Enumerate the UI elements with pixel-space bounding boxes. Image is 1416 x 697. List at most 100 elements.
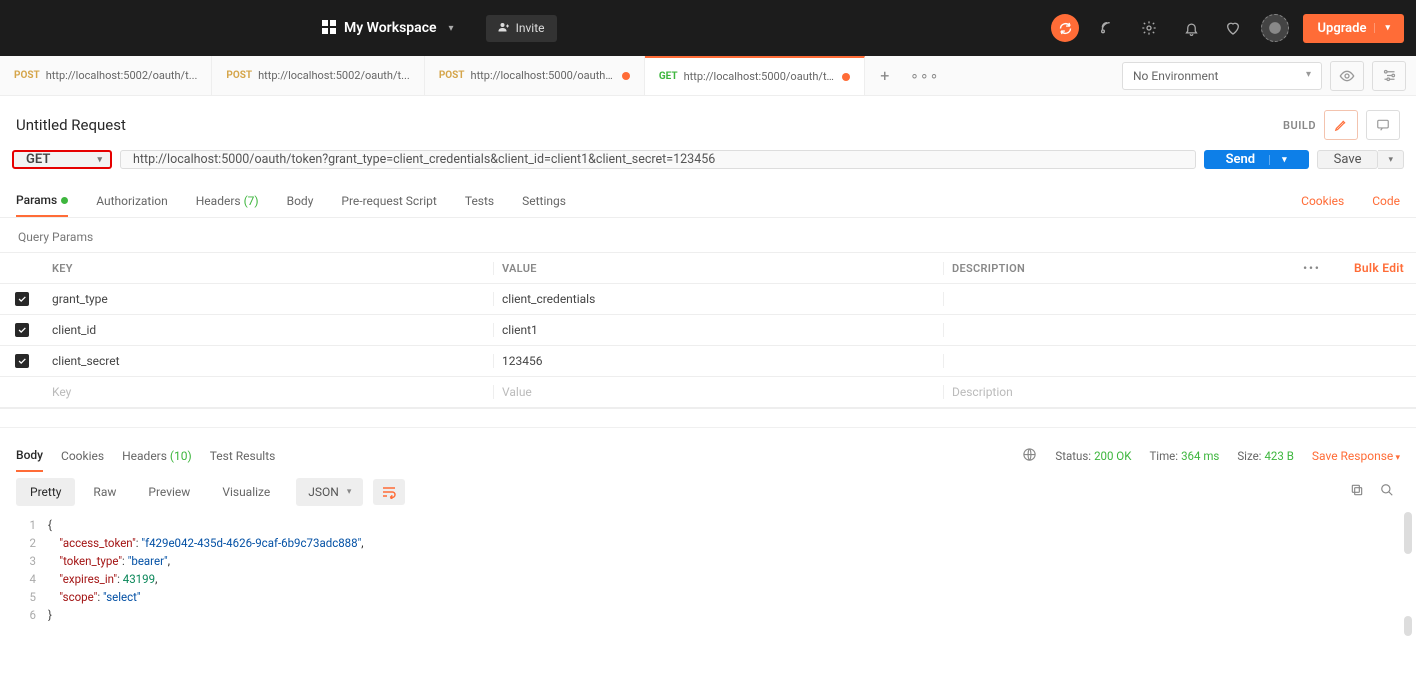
row-checkbox[interactable] xyxy=(15,292,29,306)
desc-placeholder[interactable]: Description xyxy=(944,385,1416,399)
row-checkbox[interactable] xyxy=(15,323,29,337)
scrollbar-thumb[interactable] xyxy=(1404,616,1412,636)
workspace-name[interactable]: My Workspace xyxy=(344,20,437,36)
tab-method: POST xyxy=(226,70,252,81)
line-number: 6 xyxy=(16,606,48,624)
bulk-edit-link[interactable]: Bulk Edit xyxy=(1342,261,1416,275)
params-row[interactable]: client_id client1 xyxy=(0,315,1416,346)
params-table: KEY VALUE DESCRIPTION ••• Bulk Edit gran… xyxy=(0,252,1416,409)
tab-authorization[interactable]: Authorization xyxy=(96,186,168,216)
request-header: Untitled Request BUILD xyxy=(0,96,1416,150)
method-select[interactable]: GET ▾ xyxy=(12,150,112,169)
key-placeholder[interactable]: Key xyxy=(44,385,494,399)
request-tab[interactable]: POST http://localhost:5002/oauth/t... xyxy=(212,56,424,95)
param-key[interactable]: client_secret xyxy=(44,354,494,368)
resp-tab-body[interactable]: Body xyxy=(16,440,43,472)
environment-preview-button[interactable] xyxy=(1330,61,1364,91)
request-tab[interactable]: POST http://localhost:5000/oauth/to... xyxy=(425,56,645,95)
more-actions-icon[interactable]: ••• xyxy=(1282,262,1342,275)
tab-prerequest[interactable]: Pre-request Script xyxy=(341,186,436,216)
response-size: Size:423 B xyxy=(1237,449,1294,463)
row-checkbox[interactable] xyxy=(15,354,29,368)
code-link[interactable]: Code xyxy=(1372,186,1400,216)
wrap-lines-icon[interactable] xyxy=(373,479,405,505)
resp-tab-tests[interactable]: Test Results xyxy=(210,441,276,471)
build-label: BUILD xyxy=(1283,119,1316,132)
params-empty-row[interactable]: Key Value Description xyxy=(0,377,1416,408)
cookies-link[interactable]: Cookies xyxy=(1301,186,1344,216)
request-tabs-row: POST http://localhost:5002/oauth/t... PO… xyxy=(0,56,1416,96)
view-visualize[interactable]: Visualize xyxy=(208,478,284,506)
environment-settings-button[interactable] xyxy=(1372,61,1406,91)
chevron-down-icon[interactable]: ▾ xyxy=(1374,23,1390,33)
param-value[interactable]: 123456 xyxy=(494,354,944,368)
unsaved-dot-icon xyxy=(842,73,850,81)
search-icon[interactable] xyxy=(1374,479,1400,505)
chevron-down-icon[interactable]: ▾ xyxy=(449,23,454,34)
request-tab[interactable]: GET http://localhost:5000/oauth/tok... xyxy=(645,56,865,95)
satellite-icon[interactable] xyxy=(1093,14,1121,42)
param-key[interactable]: client_id xyxy=(44,323,494,337)
response-tabs: Body Cookies Headers (10) Test Results S… xyxy=(0,427,1416,472)
sync-icon[interactable] xyxy=(1051,14,1079,42)
save-button[interactable]: Save xyxy=(1317,150,1379,169)
line-number: 1 xyxy=(16,516,48,534)
scrollbar-thumb[interactable] xyxy=(1404,512,1412,554)
workspace-grid-icon xyxy=(322,20,336,37)
response-status: Status:200 OK xyxy=(1055,449,1131,463)
code-line: 1{ xyxy=(16,516,1416,534)
tab-method: POST xyxy=(14,70,40,81)
save-response-button[interactable]: Save Response xyxy=(1312,449,1400,463)
value-placeholder[interactable]: Value xyxy=(494,385,944,399)
send-label: Send xyxy=(1226,152,1256,167)
tab-label: http://localhost:5002/oauth/t... xyxy=(46,69,198,82)
gear-icon[interactable] xyxy=(1135,14,1163,42)
params-row[interactable]: client_secret 123456 xyxy=(0,346,1416,377)
tab-headers[interactable]: Headers (7) xyxy=(196,186,259,216)
invite-button[interactable]: Invite xyxy=(486,15,557,42)
upgrade-button[interactable]: Upgrade ▾ xyxy=(1303,14,1404,43)
param-value[interactable]: client1 xyxy=(494,323,944,337)
new-tab-button[interactable]: + xyxy=(865,56,905,95)
copy-icon[interactable] xyxy=(1344,479,1370,505)
request-subtabs: Params Authorization Headers (7) Body Pr… xyxy=(0,177,1416,218)
tab-label: http://localhost:5000/oauth/tok... xyxy=(684,70,836,83)
view-preview[interactable]: Preview xyxy=(134,478,204,506)
line-number: 5 xyxy=(16,588,48,606)
resp-tab-headers[interactable]: Headers (10) xyxy=(122,441,192,471)
tab-method: GET xyxy=(659,71,678,82)
heart-icon[interactable] xyxy=(1219,14,1247,42)
response-body[interactable]: 1{2 "access_token": "f429e042-435d-4626-… xyxy=(0,512,1416,636)
col-description: DESCRIPTION xyxy=(944,262,1282,275)
comments-icon[interactable] xyxy=(1366,110,1400,140)
param-value[interactable]: client_credentials xyxy=(494,292,944,306)
user-avatar[interactable] xyxy=(1261,14,1289,42)
network-icon[interactable] xyxy=(1022,447,1037,466)
tab-overflow-button[interactable]: ∘∘∘ xyxy=(905,56,945,95)
line-number: 4 xyxy=(16,570,48,588)
url-input[interactable]: http://localhost:5000/oauth/token?grant_… xyxy=(120,150,1196,169)
param-key[interactable]: grant_type xyxy=(44,292,494,306)
tab-label: http://localhost:5002/oauth/t... xyxy=(258,69,410,82)
response-time: Time:364 ms xyxy=(1149,449,1219,463)
tab-body[interactable]: Body xyxy=(287,186,314,216)
tab-settings[interactable]: Settings xyxy=(522,186,566,216)
tab-params[interactable]: Params xyxy=(16,185,68,217)
chevron-down-icon[interactable]: ▾ xyxy=(1269,155,1287,165)
view-raw[interactable]: Raw xyxy=(79,478,130,506)
send-button[interactable]: Send ▾ xyxy=(1204,150,1309,169)
bell-icon[interactable] xyxy=(1177,14,1205,42)
save-dropdown-button[interactable]: ▾ xyxy=(1378,150,1404,169)
environment-selected: No Environment xyxy=(1133,69,1218,83)
environment-select[interactable]: No Environment xyxy=(1122,62,1322,90)
request-tab[interactable]: POST http://localhost:5002/oauth/t... xyxy=(0,56,212,95)
format-select[interactable]: JSON▾ xyxy=(296,478,363,506)
params-row[interactable]: grant_type client_credentials xyxy=(0,284,1416,315)
view-pretty[interactable]: Pretty xyxy=(16,478,75,506)
edit-icon[interactable] xyxy=(1324,110,1358,140)
line-number: 2 xyxy=(16,534,48,552)
resp-tab-cookies[interactable]: Cookies xyxy=(61,441,104,471)
request-title[interactable]: Untitled Request xyxy=(16,116,126,134)
code-line: 6} xyxy=(16,606,1416,624)
tab-tests[interactable]: Tests xyxy=(465,186,494,216)
